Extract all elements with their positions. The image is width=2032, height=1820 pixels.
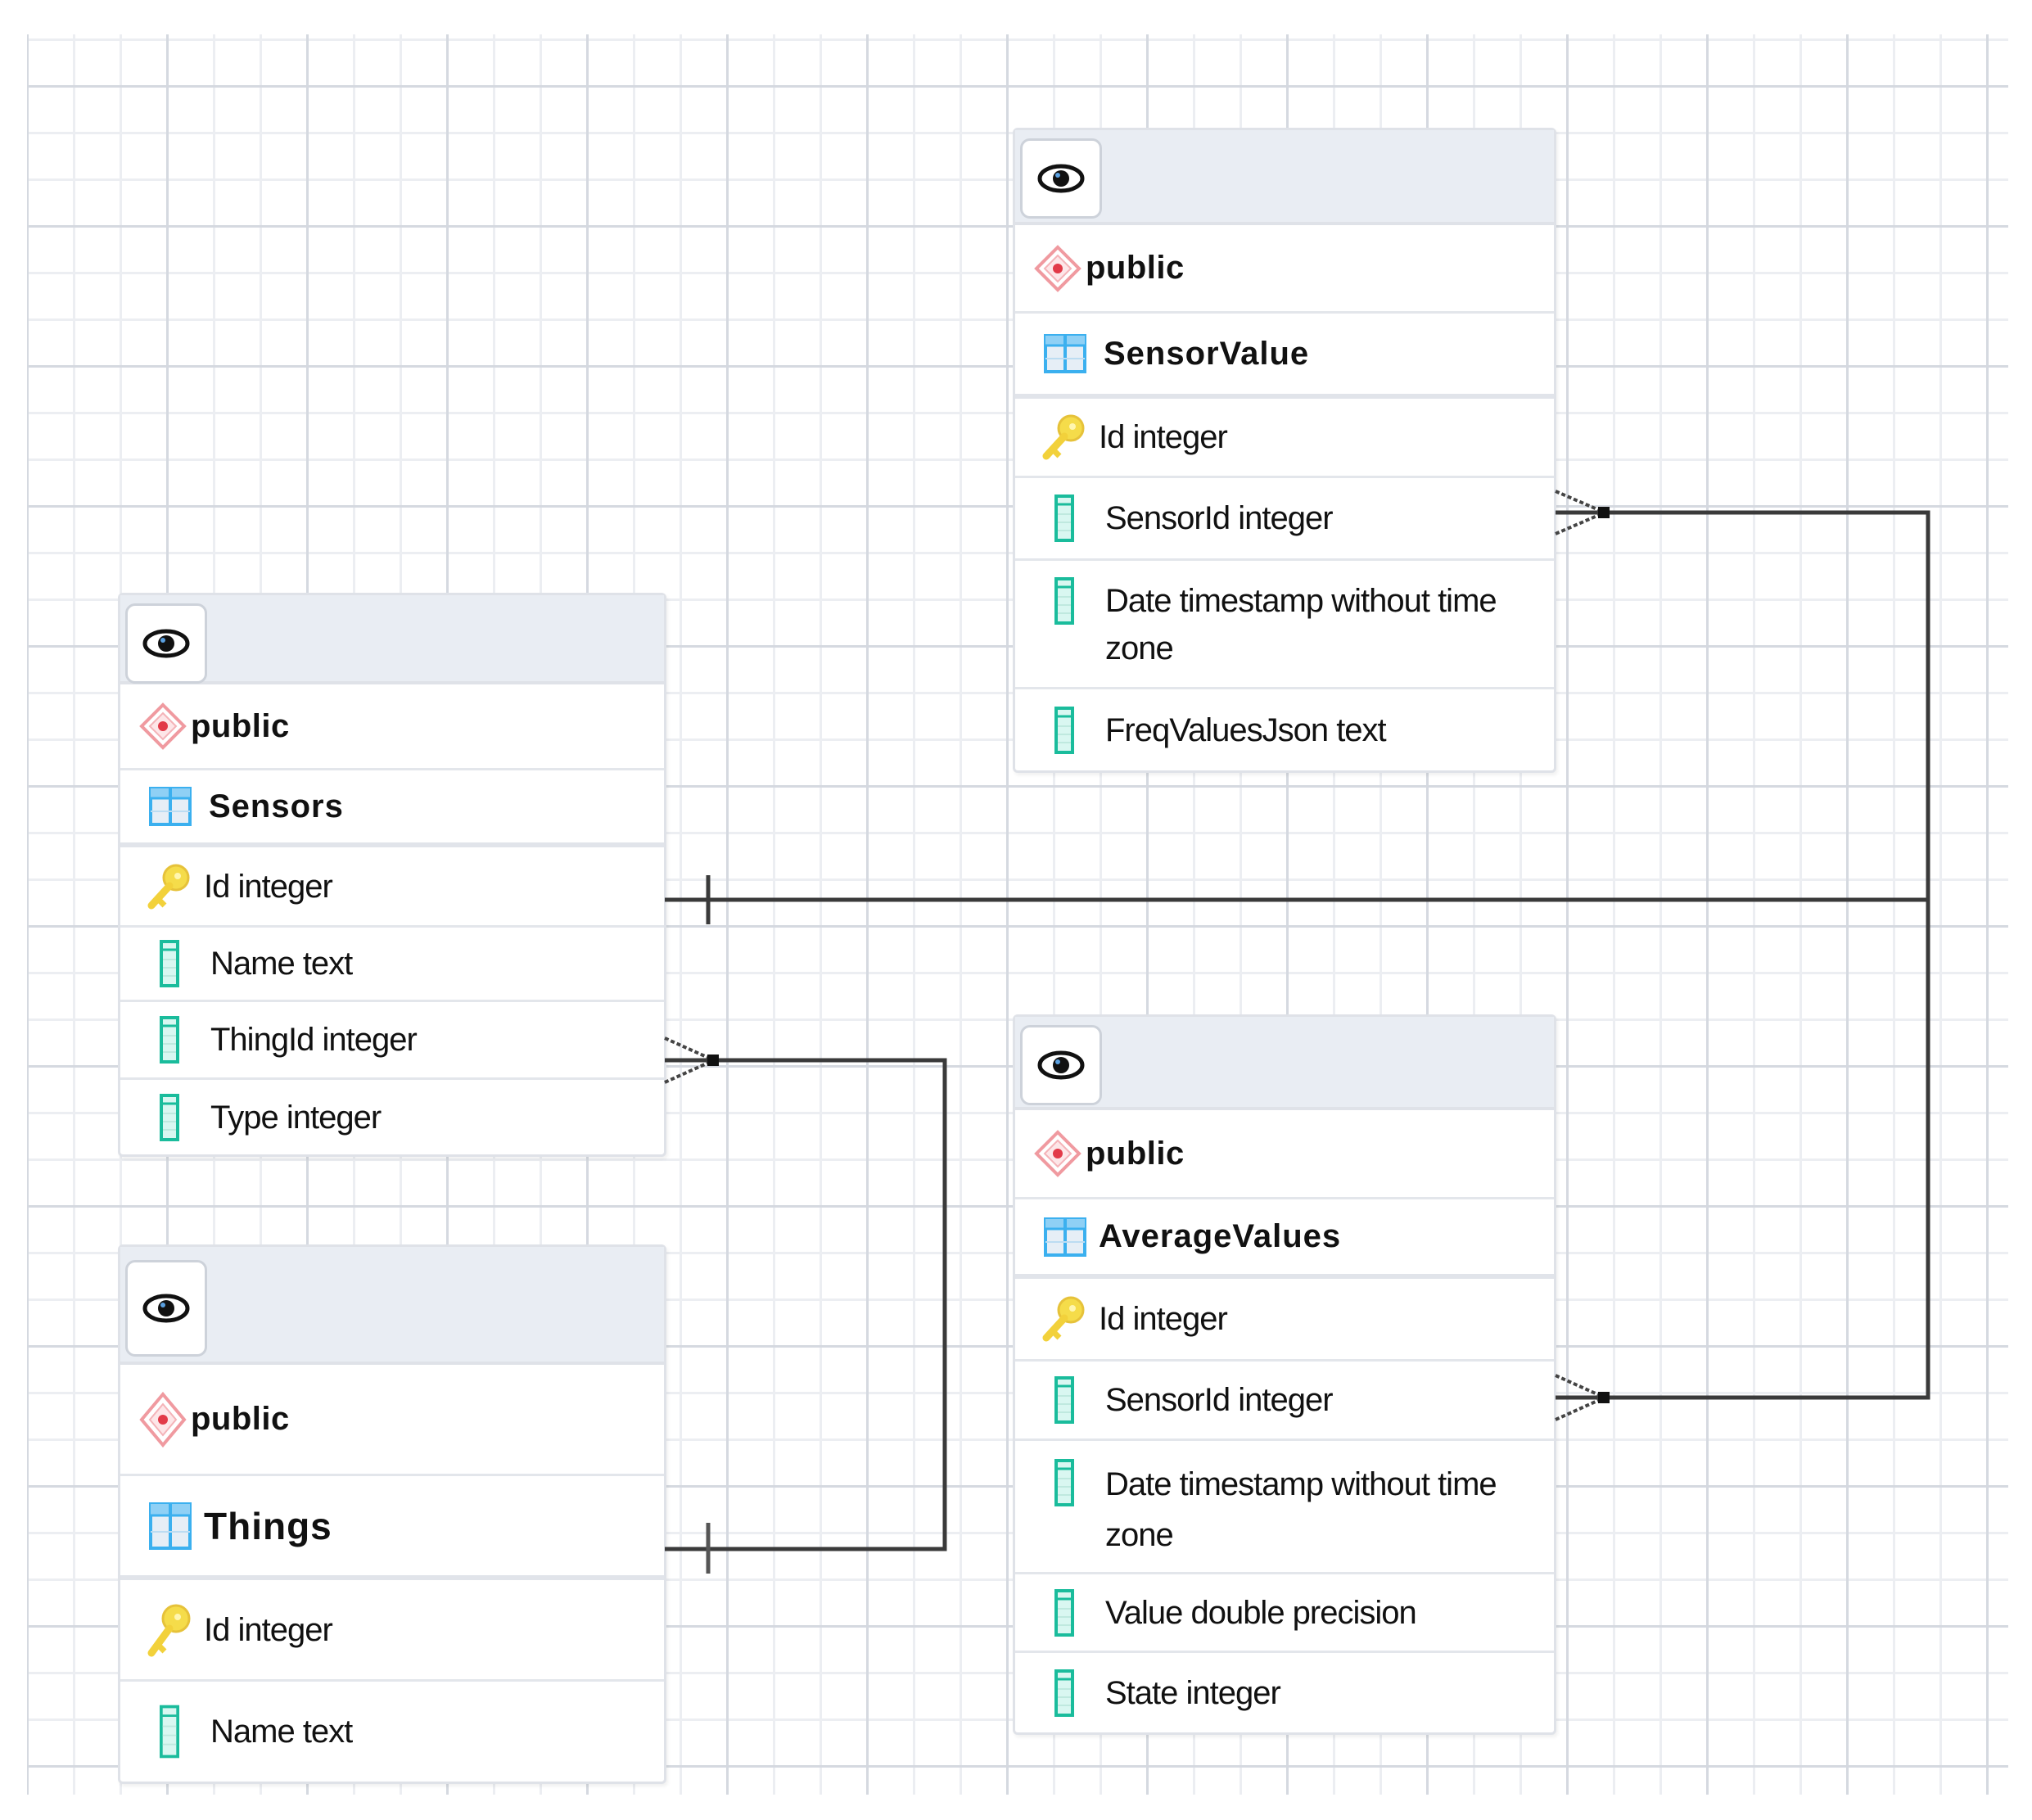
column-label: Date timestamp without time zone: [1105, 583, 1497, 666]
column-label: SensorId integer: [1105, 1382, 1334, 1418]
schema-row: public: [1015, 1110, 1554, 1199]
column-row[interactable]: Name text: [120, 1682, 664, 1782]
column-row[interactable]: SensorId integer: [1015, 1362, 1554, 1441]
table-name-row: SensorValue: [1015, 314, 1554, 399]
column-icon: [160, 1016, 179, 1064]
column-label: ThingId integer: [210, 1022, 418, 1058]
view-button[interactable]: [1020, 138, 1102, 219]
column-icon: [1054, 1588, 1074, 1637]
eye-icon: [1037, 1050, 1085, 1080]
key-icon: [1041, 1295, 1087, 1343]
view-button[interactable]: [125, 1260, 207, 1357]
table-icon: [1043, 334, 1087, 373]
column-row[interactable]: FreqValuesJson text: [1015, 689, 1554, 770]
column-label: Date timestamp without time zone: [1105, 1466, 1497, 1553]
table-things[interactable]: public Things Id integer Name text: [118, 1244, 666, 1784]
schema-row: public: [1015, 225, 1554, 314]
column-row[interactable]: Type integer: [120, 1080, 664, 1154]
column-row[interactable]: Id integer: [120, 1580, 664, 1682]
table-sensorvalue[interactable]: public SensorValue Id integer SensorId i…: [1013, 128, 1556, 773]
table-name-row: AverageValues: [1015, 1199, 1554, 1279]
table-name: Sensors: [209, 788, 344, 824]
schema-name: public: [1086, 250, 1185, 286]
column-icon: [1054, 1376, 1074, 1424]
column-icon: [1054, 495, 1074, 542]
column-label: Type integer: [210, 1099, 382, 1136]
column-icon: [1054, 706, 1074, 754]
column-row[interactable]: Id integer: [1015, 399, 1554, 478]
column-row[interactable]: Id integer: [1015, 1279, 1554, 1362]
schema-row: public: [120, 1365, 664, 1476]
table-name: AverageValues: [1099, 1218, 1342, 1254]
column-icon: [160, 1703, 179, 1760]
column-icon: [1054, 1459, 1074, 1506]
column-label: Name text: [210, 946, 353, 982]
table-icon: [148, 1502, 192, 1550]
table-icon: [148, 787, 192, 826]
schema-name: public: [191, 707, 290, 744]
table-header: [1015, 1017, 1554, 1110]
key-icon: [147, 1602, 192, 1658]
eye-icon: [142, 629, 190, 658]
table-sensors[interactable]: public Sensors Id integer Name text Thin…: [118, 593, 666, 1157]
view-button[interactable]: [125, 603, 207, 684]
column-icon: [1054, 577, 1074, 625]
column-label: FreqValuesJson text: [1105, 711, 1387, 748]
schema-diamond-icon: [138, 1391, 187, 1447]
column-row[interactable]: State integer: [1015, 1653, 1554, 1732]
table-header: [1015, 130, 1554, 225]
table-name: SensorValue: [1104, 335, 1310, 372]
key-icon: [1041, 413, 1087, 461]
column-label: State integer: [1105, 1674, 1281, 1711]
column-row[interactable]: Value double precision: [1015, 1574, 1554, 1653]
column-row[interactable]: Date timestamp without time zone: [1015, 561, 1554, 689]
column-label: Id integer: [204, 868, 333, 905]
column-row[interactable]: Id integer: [120, 847, 664, 928]
column-row[interactable]: Name text: [120, 928, 664, 1002]
schema-name: public: [191, 1401, 290, 1437]
column-row[interactable]: ThingId integer: [120, 1002, 664, 1080]
schema-diamond-icon: [1033, 244, 1082, 292]
column-icon: [160, 1093, 179, 1141]
eye-icon: [142, 1294, 190, 1323]
schema-name: public: [1086, 1135, 1185, 1172]
table-name-row: Sensors: [120, 770, 664, 847]
schema-diamond-icon: [138, 702, 187, 750]
table-name-row: Things: [120, 1476, 664, 1580]
column-label: Id integer: [204, 1611, 333, 1648]
column-row[interactable]: Date timestamp without time zone: [1015, 1441, 1554, 1574]
key-icon: [147, 863, 192, 910]
column-label: Id integer: [1099, 419, 1228, 455]
schema-diamond-icon: [1033, 1130, 1082, 1177]
table-header: [120, 1247, 664, 1365]
view-button[interactable]: [1020, 1025, 1102, 1105]
table-header: [120, 595, 664, 684]
table-averagevalues[interactable]: public AverageValues Id integer SensorId…: [1013, 1014, 1556, 1735]
column-icon: [160, 940, 179, 987]
column-label: Name text: [210, 1714, 353, 1750]
table-name: Things: [204, 1504, 332, 1547]
table-icon: [1043, 1217, 1087, 1257]
eye-icon: [1037, 164, 1085, 193]
column-label: Id integer: [1099, 1301, 1228, 1337]
column-row[interactable]: SensorId integer: [1015, 478, 1554, 561]
schema-row: public: [120, 684, 664, 770]
column-icon: [1054, 1669, 1074, 1717]
column-label: Value double precision: [1105, 1594, 1417, 1631]
column-label: SensorId integer: [1105, 500, 1334, 536]
